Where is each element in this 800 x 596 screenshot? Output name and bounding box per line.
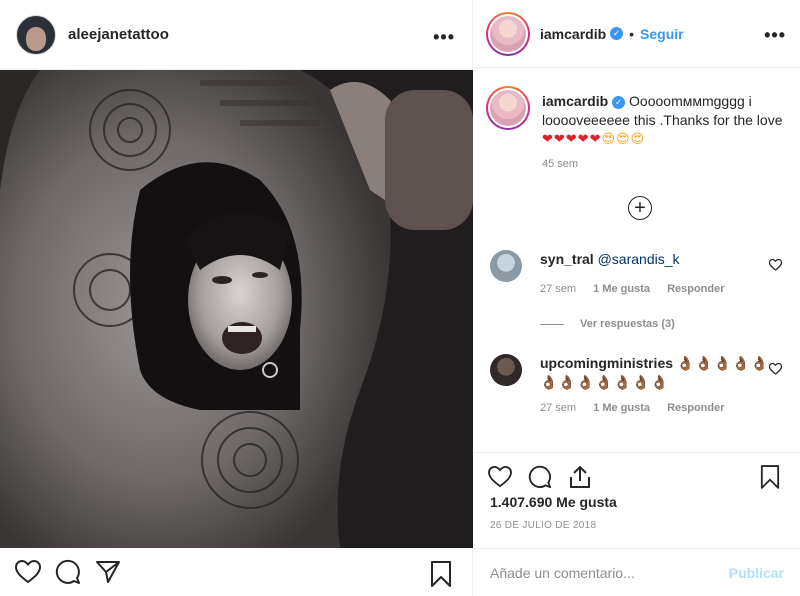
comment-time: 27 sem <box>540 283 577 295</box>
comment-emojis-1: 👌🏾👌🏾👌🏾👌🏾👌🏾 <box>676 355 770 371</box>
caption-text: iamcardib ✓ Ooooomммmgggg i looooveeeeee … <box>542 86 786 130</box>
verified-badge-icon: ✓ <box>610 27 624 40</box>
caption-username[interactable]: iamcardib <box>542 93 608 109</box>
right-more-options-icon[interactable]: ••• <box>764 26 786 44</box>
comment-avatar[interactable] <box>490 250 522 282</box>
add-comment-bar: Publicar <box>474 548 800 596</box>
tattoo-photo <box>0 70 473 548</box>
author-username[interactable]: aleejanetattoo <box>68 26 169 43</box>
caption-avatar[interactable] <box>486 86 530 130</box>
caption-faces: 😍😍😍 <box>601 131 646 146</box>
caption-verified-badge-icon: ✓ <box>612 95 626 109</box>
post-date: 26 DE JULIO DE 2018 <box>490 520 597 531</box>
bookmark-icon[interactable] <box>421 554 461 594</box>
comment-bubble-icon[interactable] <box>48 552 88 592</box>
comment-likes[interactable]: 1 Me gusta <box>593 402 650 414</box>
comment-emojis-2: 👌🏾👌🏾👌🏾👌🏾👌🏾👌🏾👌🏾 <box>540 374 670 390</box>
bookmark-icon[interactable] <box>752 459 788 495</box>
right-action-bar <box>474 452 800 496</box>
comment-item: syn_tral @sarandis_k 27 sem 1 Me gusta R… <box>490 250 790 295</box>
comment-mention[interactable]: @sarandis_k <box>598 251 680 267</box>
view-replies-label[interactable]: Ver respuestas (3) <box>580 318 675 330</box>
reply-button[interactable]: Responder <box>667 402 724 414</box>
header-separator: • <box>629 25 635 42</box>
publish-button[interactable]: Publicar <box>729 565 784 581</box>
comment-likes[interactable]: 1 Me gusta <box>593 283 650 295</box>
more-options-icon[interactable]: ••• <box>433 28 455 46</box>
likes-count[interactable]: 1.407.690 Me gusta <box>490 494 617 510</box>
share-paper-plane-icon[interactable] <box>88 552 128 592</box>
view-replies-button[interactable]: Ver respuestas (3) <box>540 318 675 330</box>
caption-time: 45 sem <box>542 158 579 170</box>
load-more-comments-button[interactable]: + <box>628 196 652 220</box>
comment-meta: 27 sem 1 Me gusta Responder <box>540 402 790 414</box>
left-action-bar <box>0 548 473 596</box>
story-avatar[interactable] <box>486 11 530 56</box>
author-avatar[interactable] <box>16 14 56 55</box>
share-upload-icon[interactable] <box>562 459 598 495</box>
comment-input[interactable] <box>490 564 729 581</box>
right-header: iamcardib ✓ • Seguir ••• <box>474 0 800 68</box>
comment-avatar[interactable] <box>490 354 522 386</box>
comment-meta: 27 sem 1 Me gusta Responder <box>540 283 790 295</box>
post-photo[interactable] <box>0 70 473 548</box>
comment-like-heart-icon[interactable] <box>768 362 783 378</box>
like-heart-icon[interactable] <box>8 552 48 592</box>
comment-like-heart-icon[interactable] <box>768 258 783 274</box>
comment-username[interactable]: syn_tral <box>540 251 594 267</box>
comment-bubble-icon[interactable] <box>522 459 558 495</box>
post-left-panel: aleejanetattoo ••• <box>0 0 473 596</box>
follow-button[interactable]: Seguir <box>640 26 684 42</box>
caption-emojis: ❤❤❤❤❤😍😍😍 <box>542 130 786 148</box>
replies-line <box>540 323 564 325</box>
comment-text: syn_tral @sarandis_k <box>540 250 790 269</box>
comment-item: upcomingministries 👌🏾👌🏾👌🏾👌🏾👌🏾 👌🏾👌🏾👌🏾👌🏾👌🏾… <box>490 354 790 414</box>
comment-username[interactable]: upcomingministries <box>540 355 673 371</box>
comment-time: 27 sem <box>540 402 577 414</box>
comment-text: upcomingministries 👌🏾👌🏾👌🏾👌🏾👌🏾 👌🏾👌🏾👌🏾👌🏾👌🏾… <box>540 354 790 392</box>
post-right-panel: iamcardib ✓ • Seguir ••• iamcardib ✓ Oooo… <box>474 0 800 596</box>
like-heart-icon[interactable] <box>482 459 518 495</box>
right-header-username[interactable]: iamcardib <box>540 26 606 42</box>
reply-button[interactable]: Responder <box>667 283 724 295</box>
caption-hearts: ❤❤❤❤❤ <box>542 131 602 146</box>
post-caption: iamcardib ✓ Ooooomммmgggg i looooveeeeee … <box>486 86 786 170</box>
post-author-header: aleejanetattoo ••• <box>0 0 473 70</box>
